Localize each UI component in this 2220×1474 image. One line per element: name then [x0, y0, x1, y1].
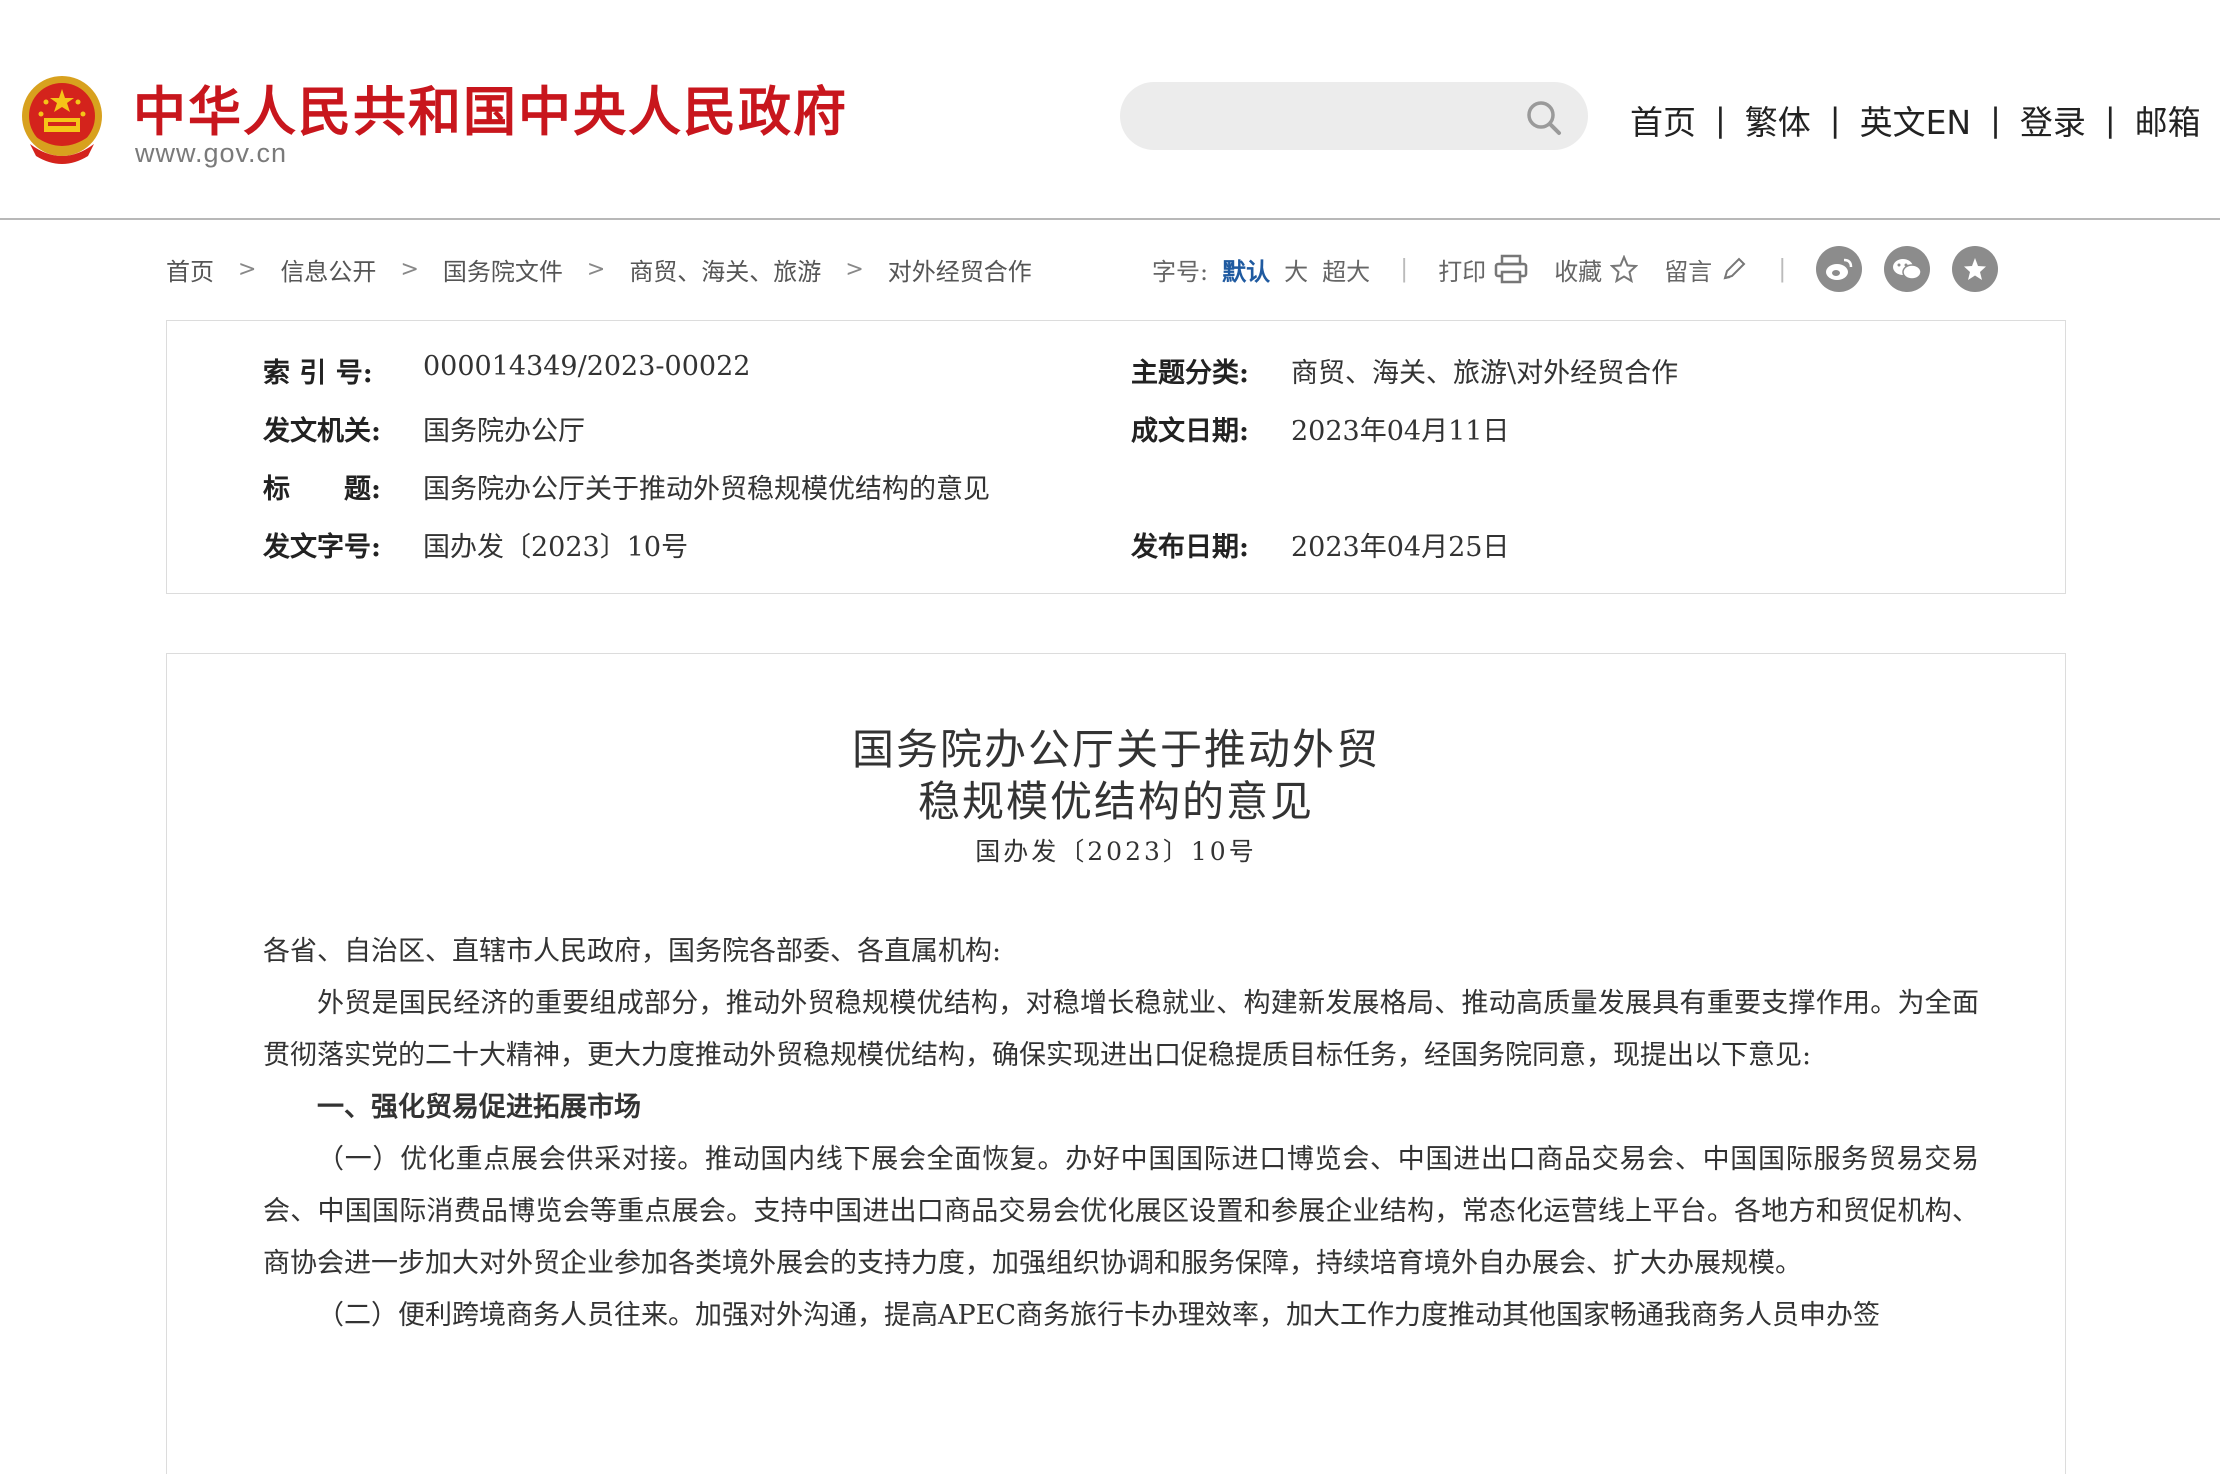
article-title-line: 稳规模优结构的意见	[917, 777, 1314, 826]
publish-date-value: 2023年04月25日	[1291, 532, 1510, 563]
star-share-button[interactable]	[1952, 246, 1999, 292]
publish-date-label: 发布日期:	[1131, 532, 1249, 563]
breadcrumb-arrow-icon: >	[845, 256, 864, 282]
topic-value: 商贸、海关、旅游\对外经贸合作	[1291, 358, 1679, 389]
pencil-icon	[1723, 257, 1746, 280]
article-tools: 字号: 默认 大 超大 | 打印 收藏 留言 |	[1152, 246, 1999, 292]
title-label: 标 题:	[263, 474, 381, 505]
article-doc-number: 国办发〔2023〕10号	[975, 837, 1257, 866]
favorite-button[interactable]: 收藏	[1554, 252, 1639, 287]
nav-separator: |	[1990, 101, 2001, 139]
print-label: 打印	[1438, 257, 1487, 286]
nav-english-link[interactable]: 英文EN	[1860, 96, 1972, 144]
nav-mailbox-link[interactable]: 邮箱	[2135, 96, 2201, 144]
article-title-line: 国务院办公厅关于推动外贸	[851, 725, 1380, 774]
breadcrumb-arrow-icon: >	[586, 256, 606, 282]
nav-separator: |	[1829, 101, 1841, 139]
print-button[interactable]: 打印	[1438, 252, 1528, 287]
article-title: 国务院办公厅关于推动外贸 稳规模优结构的意见	[167, 724, 2065, 828]
nav-separator: |	[2104, 101, 2116, 139]
top-nav: 首页 | 繁体 | 英文EN | 登录 | 邮箱	[1630, 92, 2220, 148]
weibo-share-button[interactable]	[1816, 246, 1863, 292]
breadcrumb-info-disclosure[interactable]: 信息公开	[280, 252, 376, 287]
index-label: 索 引 号:	[263, 358, 373, 389]
font-size-large[interactable]: 大	[1284, 252, 1308, 287]
breadcrumb-foreign-trade[interactable]: 对外经贸合作	[888, 252, 1032, 287]
font-size-default[interactable]: 默认	[1222, 252, 1270, 287]
nav-home-link[interactable]: 首页	[1630, 96, 1696, 144]
date-written-label: 成文日期:	[1131, 416, 1249, 447]
search-input[interactable]	[1144, 92, 1508, 142]
site-url[interactable]: www.gov.cn	[135, 138, 287, 169]
document-metadata: 索 引 号: 000014349/2023-00022 主题分类: 商贸、海关、…	[166, 320, 2066, 594]
section-heading: 一、强化贸易促进拓展市场	[317, 1092, 641, 1123]
search-box	[1120, 82, 1588, 150]
article-content: 国务院办公厅关于推动外贸 稳规模优结构的意见 国办发〔2023〕10号 各省、自…	[166, 653, 2066, 1474]
paragraph: （二）便利跨境商务人员往来。加强对外沟通，提高APEC商务旅行卡办理效率，加大工…	[317, 1300, 1881, 1331]
breadcrumb-state-council-docs[interactable]: 国务院文件	[443, 252, 563, 287]
site-title[interactable]: 中华人民共和国中央人民政府	[133, 70, 848, 146]
paragraph: 外贸是国民经济的重要组成部分，推动外贸稳规模优结构，对稳增长稳就业、构建新发展格…	[263, 988, 1979, 1071]
favorite-label: 收藏	[1554, 257, 1603, 286]
nav-traditional-link[interactable]: 繁体	[1745, 96, 1811, 144]
nav-login-link[interactable]: 登录	[2020, 96, 2086, 144]
doc-number-label: 发文字号:	[263, 532, 381, 563]
breadcrumb-arrow-icon: >	[238, 256, 257, 282]
tools-separator: |	[1400, 255, 1409, 283]
title-value: 国务院办公厅关于推动外贸稳规模优结构的意见	[423, 474, 990, 505]
nav-separator: |	[1715, 101, 1726, 139]
tools-separator: |	[1778, 255, 1787, 283]
search-icon[interactable]	[1524, 98, 1564, 138]
breadcrumb-arrow-icon: >	[400, 256, 419, 282]
article-body: 各省、自治区、直辖市人民政府，国务院各部委、各直属机构: 外贸是国民经济的重要组…	[263, 926, 1979, 1342]
salutation: 各省、自治区、直辖市人民政府，国务院各部委、各直属机构:	[263, 936, 1002, 967]
date-written-value: 2023年04月11日	[1291, 416, 1510, 447]
star-outline-icon	[1610, 255, 1639, 283]
site-header: 中华人民共和国中央人民政府 www.gov.cn 首页 | 繁体 | 英文EN …	[0, 0, 2220, 220]
breadcrumb-trade-customs-tourism[interactable]: 商贸、海关、旅游	[629, 252, 821, 287]
index-value: 000014349/2023-00022	[423, 351, 751, 382]
weibo-icon	[1826, 258, 1853, 280]
topic-label: 主题分类:	[1131, 358, 1249, 389]
paragraph: （一）优化重点展会供采对接。推动国内线下展会全面恢复。办好中国国际进口博览会、中…	[263, 1144, 1979, 1279]
issuer-label: 发文机关:	[263, 416, 381, 447]
font-size-label: 字号:	[1152, 257, 1209, 286]
breadcrumb-home[interactable]: 首页	[166, 252, 214, 287]
comment-button[interactable]: 留言	[1664, 252, 1748, 287]
issuer-value: 国务院办公厅	[423, 416, 585, 447]
comment-label: 留言	[1664, 257, 1713, 286]
printer-icon	[1494, 254, 1528, 284]
doc-number-value: 国办发〔2023〕10号	[423, 532, 689, 563]
wechat-share-button[interactable]	[1884, 246, 1931, 292]
star-icon	[1964, 258, 1987, 280]
font-size-xlarge[interactable]: 超大	[1322, 252, 1370, 287]
national-emblem-icon[interactable]	[16, 72, 108, 170]
wechat-icon	[1893, 259, 1923, 280]
